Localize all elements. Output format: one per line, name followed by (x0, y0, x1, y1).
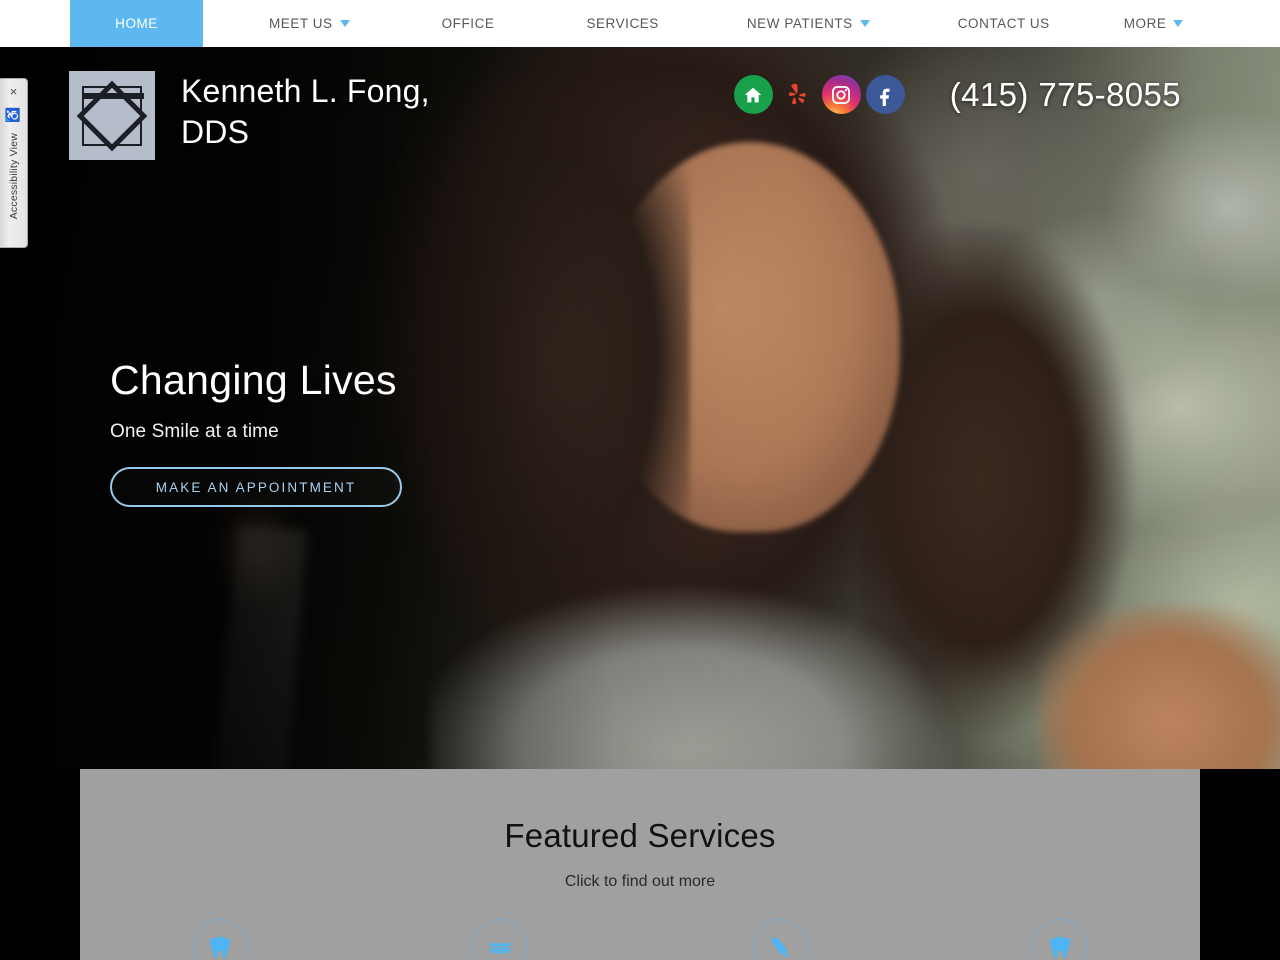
nav-gap (376, 0, 416, 47)
featured-services-title: Featured Services (504, 817, 776, 854)
site-brand[interactable]: Kenneth L. Fong, DDS (69, 71, 466, 160)
instagram-icon (832, 85, 851, 104)
nav-item-new-patients[interactable]: NEW PATIENTS (721, 0, 896, 47)
facebook-link[interactable] (865, 75, 905, 114)
house-icon (744, 87, 762, 102)
nav-gap (520, 0, 560, 47)
featured-services-subtitle: Click to find out more (564, 873, 716, 890)
nav-item-more[interactable]: MORE (1098, 0, 1210, 47)
nav-item-new-patients-label: NEW PATIENTS (746, 16, 853, 31)
yelp-link[interactable] (778, 75, 817, 114)
nav-item-contact-us[interactable]: CONTACT US (932, 0, 1076, 47)
nav-item-services[interactable]: SERVICES (560, 0, 684, 47)
service-icon-circle (1032, 919, 1088, 960)
syringe-icon (771, 936, 789, 958)
service-icon-circle (752, 919, 808, 960)
hero-subhead: One Smile at a time (110, 421, 279, 442)
diamond-square-logo-icon (82, 85, 144, 146)
hero-copy: Changing Lives One Smile at a time MAKE … (110, 357, 402, 507)
service-icon-circle (192, 919, 248, 960)
service-item-2[interactable] (405, 919, 595, 960)
nav-item-more-label: MORE (1123, 16, 1167, 31)
hero-headline: Changing Lives (110, 357, 397, 403)
yelp-icon (789, 83, 806, 104)
accessibility-widget[interactable]: × ♿ Accessibility View (0, 78, 28, 248)
chevron-down-icon (1173, 20, 1184, 27)
main-navigation: HOME MEET US OFFICE SERVICES NEW PATIENT… (0, 0, 1280, 47)
nav-item-home-label: HOME (115, 16, 158, 31)
service-item-4[interactable] (965, 919, 1155, 960)
nav-item-meet-us-label: MEET US (269, 16, 333, 31)
close-icon[interactable]: × (10, 85, 18, 98)
nav-gap (203, 0, 243, 47)
service-item-1[interactable] (125, 919, 315, 960)
make-an-appointment-button[interactable]: MAKE AN APPOINTMENT (110, 467, 402, 507)
nav-item-contact-us-label: CONTACT US (957, 16, 1050, 31)
facebook-icon (880, 88, 890, 106)
brand-name: Kenneth L. Fong, DDS (181, 73, 430, 150)
nav-left-spacer (0, 0, 70, 47)
chevron-down-icon (859, 20, 870, 27)
nav-item-services-label: SERVICES (586, 16, 659, 31)
service-item-3[interactable] (685, 919, 875, 960)
braces-icon (489, 943, 511, 955)
wheelchair-accessibility-icon[interactable]: ♿ (6, 107, 22, 123)
nav-item-office[interactable]: OFFICE (416, 0, 521, 47)
nav-item-meet-us[interactable]: MEET US (243, 0, 376, 47)
logo[interactable] (69, 71, 155, 160)
social-and-phone: (415) 775-8055 (733, 75, 1181, 114)
service-icon-circle (472, 919, 528, 960)
nav-gap (896, 0, 932, 47)
instagram-link[interactable] (821, 75, 861, 114)
nav-gap (685, 0, 721, 47)
nextdoor-link[interactable] (733, 75, 773, 114)
tooth-icon (1049, 936, 1071, 959)
nav-item-home[interactable]: HOME (70, 0, 203, 47)
tooth-icon (209, 936, 231, 959)
nav-item-office-label: OFFICE (441, 16, 495, 31)
featured-services-list (80, 919, 1200, 960)
accessibility-view-label[interactable]: Accessibility View (8, 133, 20, 219)
phone-number[interactable]: (415) 775-8055 (950, 76, 1181, 114)
nav-gap (1076, 0, 1098, 47)
featured-services-panel: Featured Services Click to find out more (80, 769, 1200, 960)
chevron-down-icon (339, 20, 350, 27)
